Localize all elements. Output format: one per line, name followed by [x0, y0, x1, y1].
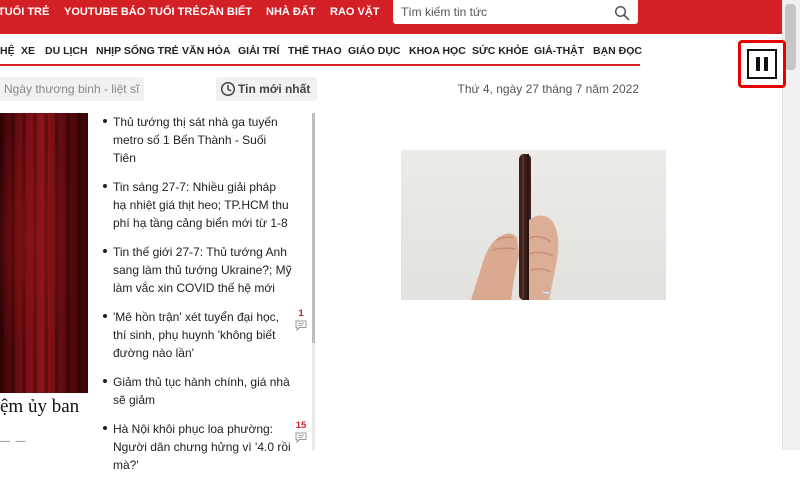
nav-item-xe[interactable]: XE	[21, 36, 35, 66]
nav-item-nhip-song-tre[interactable]: NHỊP SỐNG TRẺ	[96, 36, 179, 66]
news-item[interactable]: Tin sáng 27-7: Nhiều giải pháp hạ nhiệt …	[103, 178, 310, 232]
comment-count-number: 15	[295, 420, 307, 431]
latest-news-label: Tin mới nhất	[238, 82, 311, 96]
comment-icon	[295, 320, 307, 331]
main-nav: HỆ XE DU LỊCH NHỊP SỐNG TRẺ VĂN HÓA GIẢI…	[0, 36, 642, 66]
nav-item-gia-that[interactable]: GIẢ-THẬT	[534, 36, 584, 66]
hero-title[interactable]: ệm ủy ban	[0, 396, 79, 418]
nav-item-ban-doc[interactable]: BẠN ĐỌC	[593, 36, 642, 66]
news-item[interactable]: Tin thế giới 27-7: Thủ tướng Anh sang là…	[103, 243, 310, 297]
tag-label: Ngày thương binh - liệt sĩ	[4, 82, 140, 96]
bullet	[103, 249, 107, 253]
news-list-scrollbar-thumb[interactable]	[312, 113, 315, 343]
bullet	[103, 119, 107, 123]
top-link-tuoi-tre[interactable]: TUỔI TRẺ	[0, 0, 49, 24]
news-item[interactable]: Giảm thủ tục hành chính, giá nhà sẽ giảm	[103, 373, 310, 409]
news-item-title[interactable]: Hà Nội khôi phục loa phường: Người dân c…	[113, 420, 292, 474]
news-item-title[interactable]: Tin sáng 27-7: Nhiều giải pháp hạ nhiệt …	[113, 178, 292, 232]
pause-button[interactable]	[738, 40, 786, 88]
pause-bar-left	[756, 57, 760, 71]
page-scrollbar-thumb[interactable]	[785, 4, 796, 70]
news-item[interactable]: 'Mê hồn trận' xét tuyển đại học, thí sin…	[103, 308, 310, 362]
nav-item-he[interactable]: HỆ	[0, 36, 15, 66]
news-item[interactable]: Thủ tướng thị sát nhà ga tuyến metro số …	[103, 113, 310, 167]
hero-image[interactable]	[0, 113, 88, 393]
video-player[interactable]	[401, 150, 666, 300]
date-label: Thứ 4, ngày 27 tháng 7 năm 2022	[457, 82, 640, 96]
bullet	[103, 379, 107, 383]
bullet	[103, 426, 107, 430]
news-item-title[interactable]: Thủ tướng thị sát nhà ga tuyến metro số …	[113, 113, 292, 167]
top-link-rao-vat[interactable]: RAO VẶT	[330, 0, 380, 24]
pause-icon	[747, 49, 777, 79]
nav-item-du-lich[interactable]: DU LỊCH	[45, 36, 88, 66]
news-item-title[interactable]: 'Mê hồn trận' xét tuyển đại học, thí sin…	[113, 308, 292, 362]
nav-item-giao-duc[interactable]: GIÁO DỤC	[348, 36, 401, 66]
nav-item-khoa-hoc[interactable]: KHOA HỌC	[409, 36, 466, 66]
news-item[interactable]: Hà Nội khôi phục loa phường: Người dân c…	[103, 420, 310, 474]
news-item-title[interactable]: Giảm thủ tục hành chính, giá nhà sẽ giảm	[113, 373, 292, 409]
top-link-youtube[interactable]: YOUTUBE BÁO TUỔI TRẺ	[64, 0, 200, 24]
search-icon[interactable]	[614, 5, 630, 21]
comment-count-number: 1	[298, 308, 304, 319]
comment-icon	[295, 432, 307, 443]
clock-icon	[220, 81, 236, 97]
news-list: Thủ tướng thị sát nhà ga tuyến metro số …	[103, 113, 310, 485]
nav-item-giai-tri[interactable]: GIẢI TRÍ	[238, 36, 279, 66]
bullet	[103, 184, 107, 188]
comment-count[interactable]: 1	[294, 308, 308, 331]
latest-news-button[interactable]: Tin mới nhất	[216, 77, 317, 101]
top-bar: TUỔI TRẺ YOUTUBE BÁO TUỔI TRẺ CẦN BIẾT N…	[0, 0, 782, 34]
nav-item-van-hoa[interactable]: VĂN HÓA	[182, 36, 230, 66]
search-box	[393, 0, 638, 24]
comment-count[interactable]: 15	[294, 420, 308, 443]
search-input[interactable]	[401, 0, 601, 24]
nav-item-the-thao[interactable]: THỂ THAO	[288, 36, 342, 66]
video-frame-image	[471, 154, 559, 300]
pause-bar-right	[764, 57, 768, 71]
hero-meta: — —	[0, 436, 26, 447]
tag-pill[interactable]: Ngày thương binh - liệt sĩ	[0, 77, 144, 101]
top-link-can-biet[interactable]: CẦN BIẾT	[200, 0, 252, 24]
top-link-nha-dat[interactable]: NHÀ ĐẤT	[266, 0, 316, 24]
nav-item-suc-khoe[interactable]: SỨC KHỎE	[472, 36, 529, 66]
bullet	[103, 314, 107, 318]
news-item-title[interactable]: Tin thế giới 27-7: Thủ tướng Anh sang là…	[113, 243, 292, 297]
